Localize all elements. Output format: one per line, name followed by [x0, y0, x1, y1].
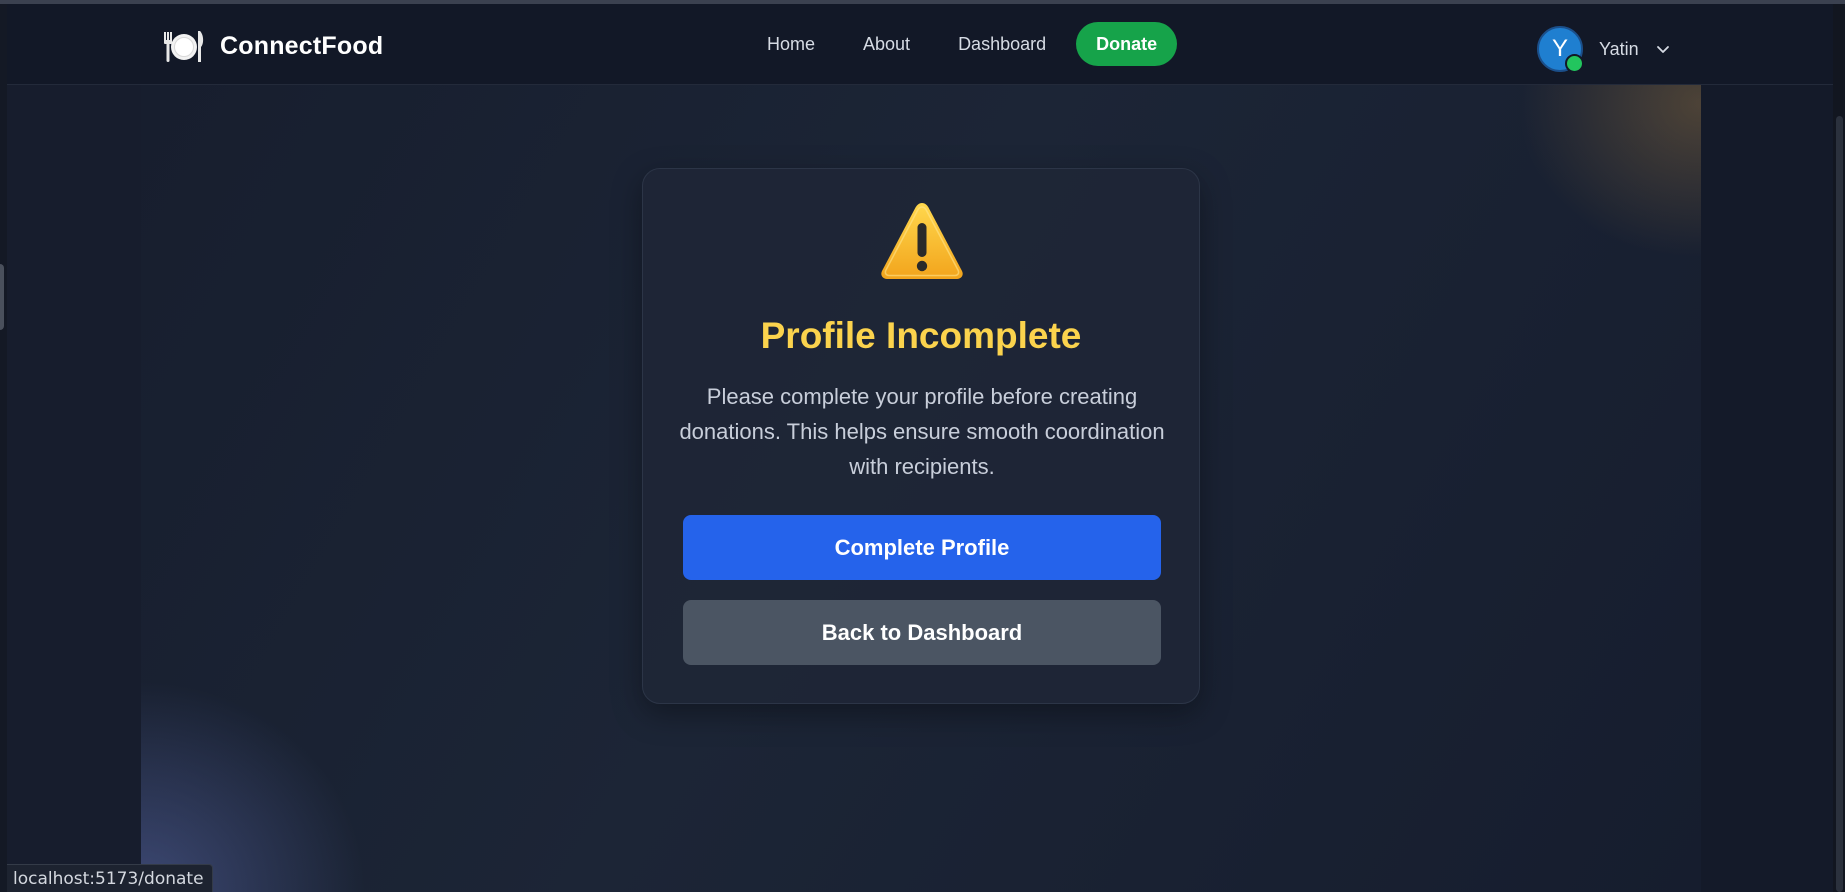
- online-status-dot: [1565, 54, 1584, 73]
- right-gutter: [1701, 84, 1845, 892]
- scrollbar-thumb[interactable]: [1836, 116, 1843, 892]
- plate-cutlery-icon: [164, 31, 204, 62]
- brand-name: ConnectFood: [220, 31, 384, 60]
- user-name: Yatin: [1599, 38, 1639, 59]
- left-edge: [0, 4, 7, 892]
- card-description: Please complete your profile before crea…: [679, 384, 1165, 479]
- card-title: Profile Incomplete: [760, 315, 1082, 356]
- nav-link-home[interactable]: Home: [743, 21, 839, 67]
- side-panel-handle[interactable]: [0, 264, 4, 330]
- warning-icon: [881, 203, 963, 279]
- nav-link-about[interactable]: About: [839, 21, 934, 67]
- page: ConnectFood Home About Dashboard Donate …: [0, 0, 1845, 892]
- top-navbar: ConnectFood Home About Dashboard Donate …: [7, 4, 1833, 85]
- status-bar-url: localhost:5173/donate: [7, 864, 213, 892]
- profile-incomplete-card: Profile Incomplete Please complete your …: [642, 168, 1200, 704]
- user-menu[interactable]: Y Yatin: [1537, 24, 1671, 74]
- nav-links: Home About Dashboard Donate: [743, 21, 1178, 67]
- brand-logo[interactable]: ConnectFood: [162, 26, 383, 66]
- back-to-dashboard-button[interactable]: Back to Dashboard: [683, 600, 1161, 665]
- avatar[interactable]: Y: [1537, 26, 1584, 73]
- donate-button[interactable]: Donate: [1076, 22, 1178, 66]
- complete-profile-button[interactable]: Complete Profile: [683, 515, 1161, 580]
- nav-link-dashboard[interactable]: Dashboard: [934, 21, 1070, 67]
- chevron-down-icon[interactable]: [1655, 41, 1671, 57]
